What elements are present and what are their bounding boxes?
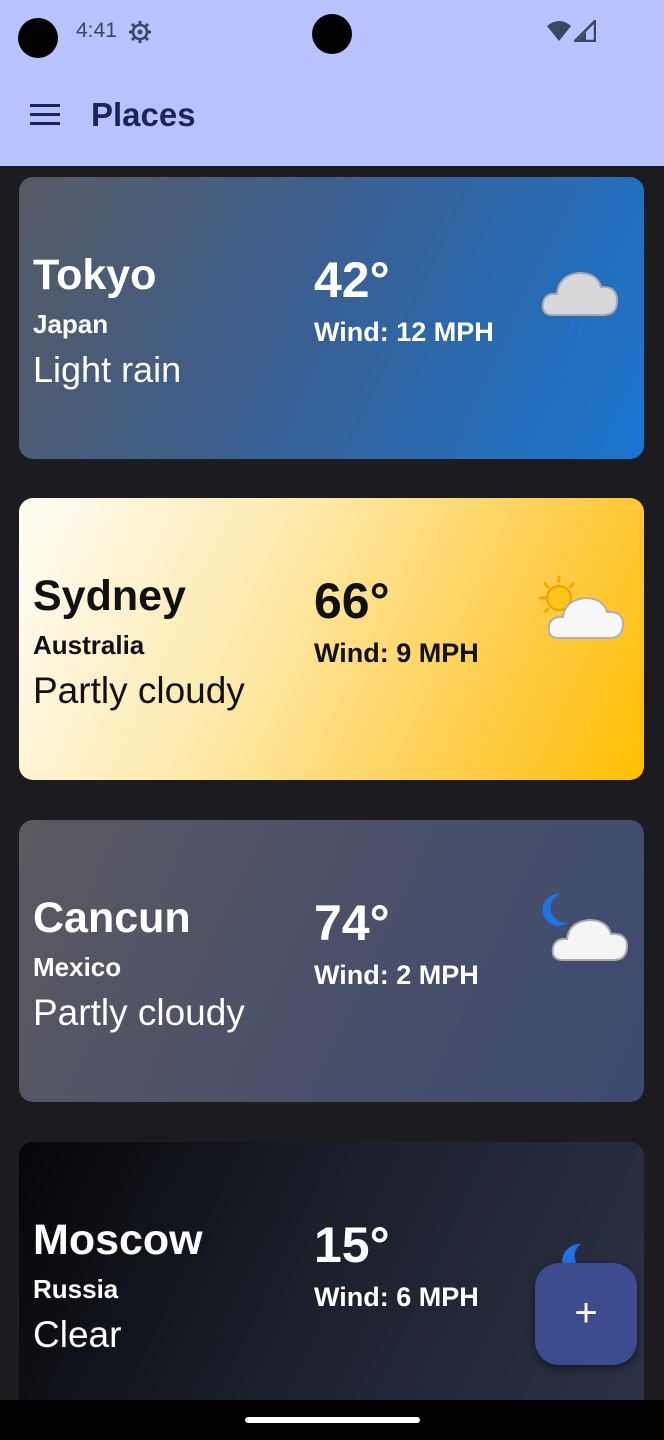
weather-condition: Partly cloudy xyxy=(33,992,245,1033)
weather-condition: Partly cloudy xyxy=(33,670,245,711)
add-place-button[interactable]: + xyxy=(535,1263,637,1365)
app-bar: 4:41 Places xyxy=(0,0,664,166)
signal-icon xyxy=(574,20,596,42)
wind-speed: Wind: 12 MPH xyxy=(314,317,494,347)
country-name: Australia xyxy=(33,630,145,660)
home-gesture-handle[interactable] xyxy=(245,1417,420,1423)
country-name: Japan xyxy=(33,309,109,339)
city-name: Tokyo xyxy=(33,251,157,299)
status-time: 4:41 xyxy=(76,19,117,42)
place-card-cancun[interactable]: Cancun Mexico Partly cloudy 74° Wind: 2 … xyxy=(19,820,644,1102)
temperature: 74° xyxy=(314,895,390,951)
moon-cloud-icon xyxy=(542,893,629,961)
city-name: Cancun xyxy=(33,894,191,942)
settings-gear-icon xyxy=(129,21,151,43)
temperature: 15° xyxy=(314,1217,390,1273)
place-card-sydney[interactable]: Sydney Australia Partly cloudy 66° Wind:… xyxy=(19,498,644,780)
weather-condition: Light rain xyxy=(33,349,182,390)
wind-speed: Wind: 6 MPH xyxy=(314,1282,479,1312)
wifi-icon xyxy=(547,21,571,41)
cloud-rain-icon xyxy=(541,271,619,334)
city-name: Moscow xyxy=(33,1216,203,1264)
city-name: Sydney xyxy=(33,572,186,620)
wind-speed: Wind: 9 MPH xyxy=(314,638,479,668)
place-card-tokyo[interactable]: Tokyo Japan Light rain 42° Wind: 12 MPH xyxy=(19,177,644,459)
status-bar: 4:41 xyxy=(0,0,664,66)
weather-condition: Clear xyxy=(33,1314,122,1355)
wind-speed: Wind: 2 MPH xyxy=(314,960,479,990)
country-name: Mexico xyxy=(33,952,122,982)
temperature: 42° xyxy=(314,252,390,308)
temperature: 66° xyxy=(314,573,390,629)
sun-cloud-icon xyxy=(539,576,625,639)
camera-cutout-center xyxy=(312,14,352,54)
country-name: Russia xyxy=(33,1274,119,1304)
page-title: Places xyxy=(91,96,196,133)
menu-icon[interactable] xyxy=(30,104,60,126)
camera-cutout-left xyxy=(18,18,58,58)
